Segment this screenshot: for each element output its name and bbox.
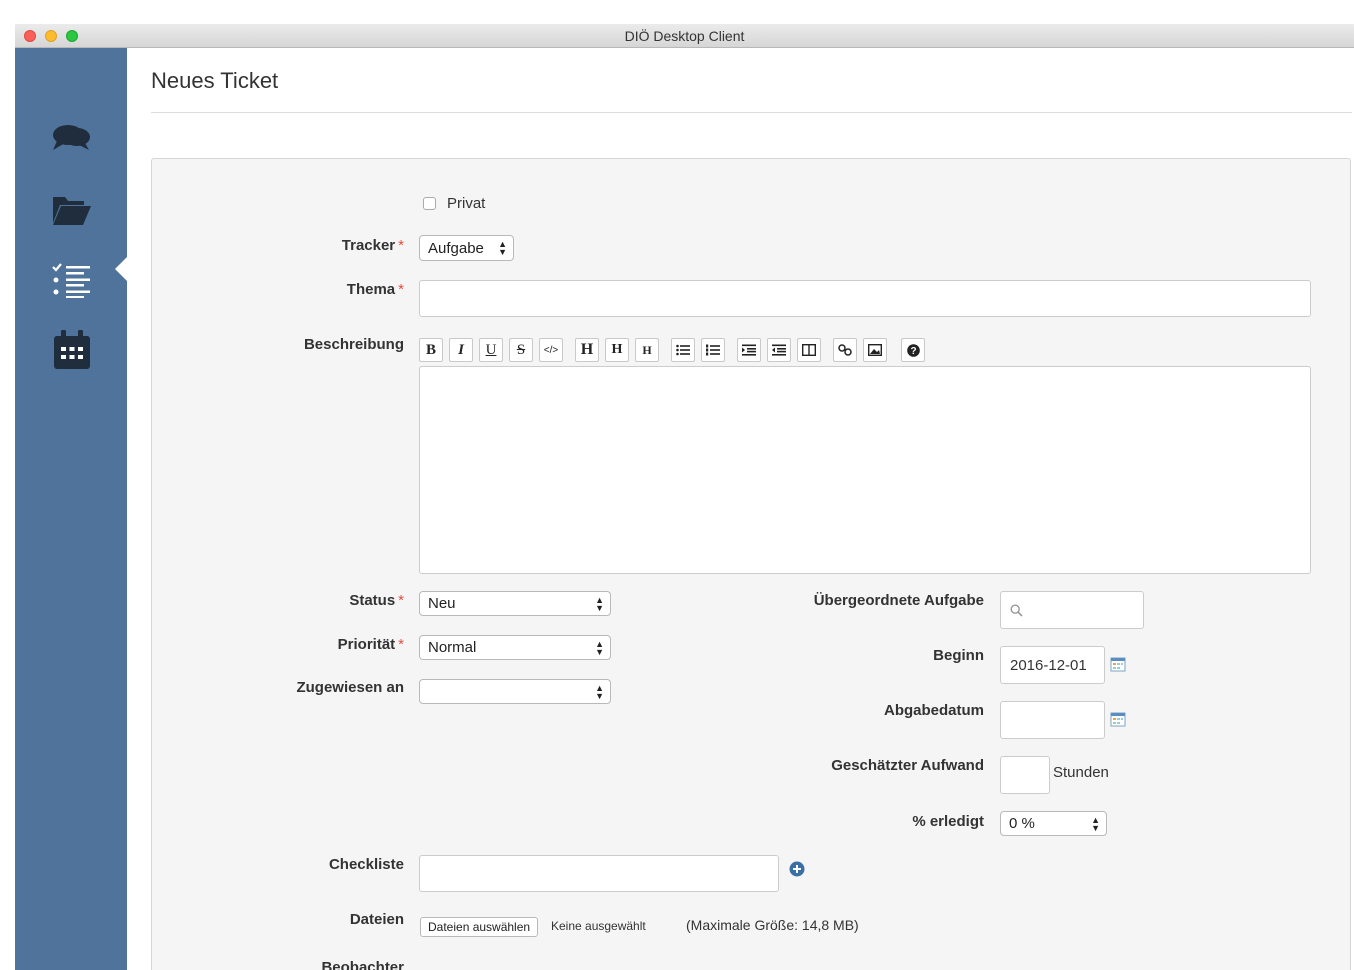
erledigt-select[interactable]: 0 % ▲ ▼ bbox=[1000, 811, 1107, 836]
link-icon bbox=[838, 344, 852, 356]
beschreibung-textarea[interactable] bbox=[419, 366, 1311, 574]
sidebar-item-projects[interactable] bbox=[51, 190, 93, 230]
strikethrough-button[interactable]: S bbox=[509, 338, 533, 362]
title-divider bbox=[151, 112, 1352, 113]
underline-button[interactable]: U bbox=[479, 338, 503, 362]
bullet-list-button[interactable] bbox=[671, 338, 695, 362]
code-button[interactable]: </> bbox=[539, 338, 563, 362]
app-window: DIÖ Desktop Client Neues Ticket Privat T… bbox=[15, 24, 1354, 970]
help-icon: ? bbox=[906, 343, 920, 357]
sidebar bbox=[15, 48, 127, 970]
numbered-list-button[interactable] bbox=[701, 338, 725, 362]
prioritaet-label: Priorität * bbox=[337, 636, 404, 653]
folder-open-icon bbox=[53, 197, 91, 225]
add-circle-icon[interactable] bbox=[789, 861, 805, 877]
indent-icon bbox=[742, 344, 756, 356]
table-icon bbox=[802, 344, 816, 356]
title-bar: DIÖ Desktop Client bbox=[15, 24, 1354, 48]
prioritaet-select[interactable]: Normal ▲ ▼ bbox=[419, 635, 611, 660]
dateien-label: Dateien bbox=[349, 911, 404, 928]
heading1-button[interactable]: H bbox=[575, 338, 599, 362]
sidebar-item-tasks[interactable] bbox=[51, 260, 93, 300]
checkliste-input[interactable] bbox=[419, 855, 779, 892]
tracker-label: Tracker * bbox=[341, 237, 404, 254]
status-value: Neu bbox=[428, 595, 456, 612]
outdent-button[interactable] bbox=[767, 338, 791, 362]
files-status: Keine ausgewählt bbox=[551, 919, 646, 933]
aufwand-unit: Stunden bbox=[1053, 764, 1109, 781]
calendar-icon[interactable] bbox=[1110, 656, 1126, 672]
help-button[interactable]: ? bbox=[901, 338, 925, 362]
link-button[interactable] bbox=[833, 338, 857, 362]
prioritaet-value: Normal bbox=[428, 639, 477, 656]
ticket-form: Privat Tracker * Aufgabe ▲ ▼ Thema * Beschr… bbox=[151, 158, 1351, 970]
heading3-button[interactable]: H bbox=[635, 338, 659, 362]
select-arrows-icon: ▲ ▼ bbox=[1091, 814, 1100, 833]
image-icon bbox=[868, 344, 882, 356]
beschreibung-label: Beschreibung bbox=[303, 336, 404, 353]
select-arrows-icon: ▲ ▼ bbox=[595, 594, 604, 613]
thema-label: Thema * bbox=[346, 281, 404, 298]
thema-input[interactable] bbox=[419, 280, 1311, 317]
calendar-icon[interactable] bbox=[1110, 711, 1126, 727]
select-arrows-icon: ▲ ▼ bbox=[498, 239, 507, 257]
task-list-icon bbox=[52, 263, 90, 298]
uebergeordnet-label: Übergeordnete Aufgabe bbox=[813, 592, 984, 609]
checkliste-label: Checkliste bbox=[328, 856, 404, 873]
outdent-icon bbox=[772, 344, 786, 356]
zugewiesen-select[interactable]: ▲ ▼ bbox=[419, 679, 611, 704]
aufwand-input[interactable] bbox=[1000, 756, 1050, 794]
numbered-list-icon bbox=[706, 344, 720, 356]
italic-button[interactable]: I bbox=[449, 338, 473, 362]
bold-button[interactable]: B bbox=[419, 338, 443, 362]
tracker-value: Aufgabe bbox=[428, 239, 484, 257]
select-arrows-icon: ▲ ▼ bbox=[595, 682, 604, 701]
image-button[interactable] bbox=[863, 338, 887, 362]
zugewiesen-label: Zugewiesen an bbox=[296, 679, 404, 696]
beobachter-label: Beobachter bbox=[321, 959, 404, 970]
sidebar-item-chat[interactable] bbox=[51, 118, 93, 158]
aufwand-label: Geschätzter Aufwand bbox=[831, 757, 984, 774]
status-select[interactable]: Neu ▲ ▼ bbox=[419, 591, 611, 616]
privat-checkbox[interactable] bbox=[423, 197, 436, 210]
tracker-select[interactable]: Aufgabe ▲ ▼ bbox=[419, 235, 514, 261]
status-label: Status * bbox=[349, 592, 404, 609]
sidebar-item-calendar[interactable] bbox=[51, 330, 93, 370]
beginn-input[interactable] bbox=[1000, 646, 1105, 684]
table-button[interactable] bbox=[797, 338, 821, 362]
search-icon bbox=[1010, 604, 1023, 617]
select-arrows-icon: ▲ ▼ bbox=[595, 638, 604, 657]
chat-bubbles-icon bbox=[53, 125, 90, 150]
window-title: DIÖ Desktop Client bbox=[624, 28, 745, 44]
indent-button[interactable] bbox=[737, 338, 761, 362]
erledigt-label: % erledigt bbox=[912, 813, 984, 830]
heading2-button[interactable]: H bbox=[605, 338, 629, 362]
editor-toolbar: B I U S </> H H H ? bbox=[419, 338, 939, 362]
abgabedatum-input[interactable] bbox=[1000, 701, 1105, 739]
calendar-icon bbox=[54, 330, 90, 369]
beginn-label: Beginn bbox=[933, 647, 984, 664]
page-title: Neues Ticket bbox=[151, 68, 279, 93]
uebergeordnet-search-input[interactable] bbox=[1000, 591, 1144, 629]
erledigt-value: 0 % bbox=[1009, 815, 1035, 832]
active-indicator bbox=[115, 257, 127, 281]
max-size-hint: (Maximale Größe: 14,8 MB) bbox=[686, 917, 859, 933]
abgabedatum-label: Abgabedatum bbox=[883, 702, 984, 719]
bullet-list-icon bbox=[676, 344, 690, 356]
privat-label: Privat bbox=[447, 195, 486, 212]
svg-text:?: ? bbox=[910, 346, 916, 357]
choose-files-button[interactable]: Dateien auswählen bbox=[420, 917, 539, 937]
